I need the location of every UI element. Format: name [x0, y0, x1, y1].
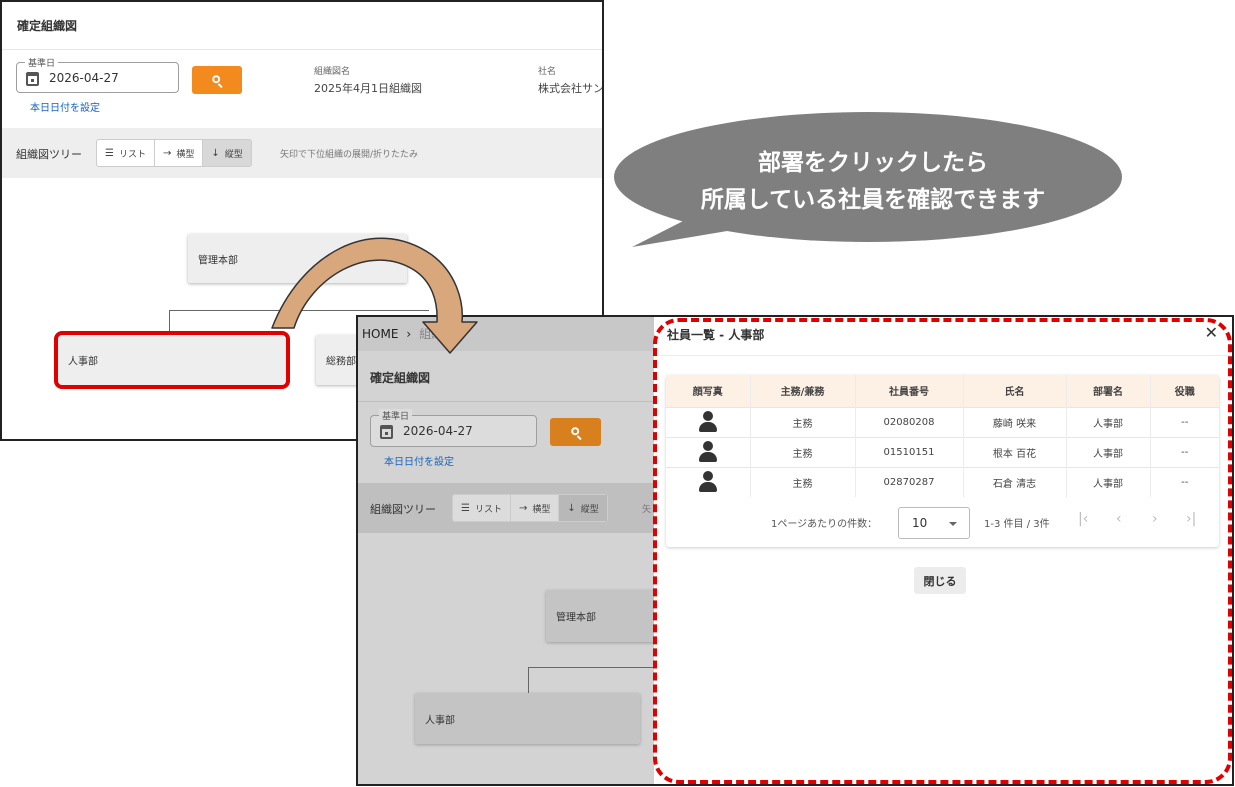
date-field[interactable]: 基準日 2026-04-27 — [16, 56, 179, 93]
page-header: 確定組織図 — [2, 2, 602, 50]
tree-connector — [297, 283, 298, 310]
highlight-box — [54, 331, 290, 389]
date-field-label: 基準日 — [379, 409, 413, 422]
date-value: 2026-04-27 — [403, 424, 473, 438]
org-node-label: 管理本部 — [556, 612, 596, 624]
breadcrumb: HOME › 組織図 — [362, 325, 455, 342]
divider — [358, 401, 658, 402]
highlight-dashed-box — [653, 318, 1232, 784]
view-list-button[interactable]: ☰ リスト — [453, 495, 511, 521]
tree-label: 組織図ツリー — [370, 503, 436, 516]
calendar-icon[interactable] — [26, 72, 39, 86]
view-vertical-label: 縦型 — [224, 149, 243, 160]
page-title: 確定組織図 — [370, 371, 431, 385]
date-field-label: 基準日 — [25, 56, 59, 69]
set-today-link[interactable]: 本日日付を設定 — [384, 453, 454, 468]
view-list-button[interactable]: ☰ リスト — [97, 140, 155, 166]
view-vertical-label: 縦型 — [580, 504, 599, 515]
breadcrumb-current: 組織図 — [419, 327, 456, 341]
callout-tail — [632, 215, 745, 247]
page-title: 確定組織図 — [17, 19, 78, 33]
callout-body — [614, 112, 1122, 242]
callout-line-1: 部署をクリックしたら — [758, 150, 988, 176]
org-node-hr[interactable]: 人事部 — [415, 693, 640, 744]
view-vertical-button[interactable]: ↓ 縦型 — [559, 495, 607, 521]
view-vertical-button[interactable]: ↓ 縦型 — [203, 140, 251, 166]
view-horizontal-label: 横型 — [532, 504, 551, 515]
tree-hint: 矢 — [642, 505, 652, 515]
tree-connector — [169, 310, 429, 311]
callout-line-2: 所属している社員を確認できます — [700, 187, 1046, 213]
search-icon — [570, 427, 579, 436]
search-icon — [212, 75, 221, 84]
tree-label: 組織図ツリー — [16, 148, 82, 161]
set-today-link[interactable]: 本日日付を設定 — [30, 99, 100, 114]
breadcrumb-separator-icon: › — [406, 327, 412, 341]
view-horizontal-label: 横型 — [176, 149, 195, 160]
tree-connector — [528, 667, 529, 693]
org-node-label: 人事部 — [425, 715, 455, 726]
chevron-down-icon[interactable]: ⌄ — [381, 249, 389, 260]
list-icon: ☰ — [105, 147, 114, 159]
view-mode-toggle: ☰ リスト → 横型 ↓ 縦型 — [96, 139, 252, 167]
view-list-label: リスト — [474, 504, 502, 515]
breadcrumb-home[interactable]: HOME — [362, 327, 398, 341]
arrow-down-icon: ↓ — [567, 502, 576, 514]
view-mode-toggle: ☰ リスト → 横型 ↓ 縦型 — [452, 494, 608, 522]
view-horizontal-button[interactable]: → 横型 — [155, 140, 204, 166]
company-name-label: 社名 — [538, 67, 557, 77]
org-chart-name-label: 組織図名 — [314, 67, 351, 77]
tree-toolbar: 組織図ツリー ☰ リスト → 横型 ↓ 縦型 矢印で下位組織の展開/折りたたみ — [2, 128, 602, 178]
list-icon: ☰ — [461, 502, 470, 514]
arrow-right-icon: → — [162, 147, 172, 159]
tree-hint: 矢印で下位組織の展開/折りたたみ — [280, 150, 419, 160]
org-node-label: 総務部 — [326, 356, 356, 368]
search-button[interactable] — [550, 418, 601, 446]
org-node-root[interactable]: 管理本部 — [546, 590, 658, 642]
view-list-label: リスト — [118, 149, 146, 160]
arrow-right-icon: → — [518, 502, 528, 514]
arrow-down-icon: ↓ — [211, 147, 220, 159]
date-field[interactable]: 基準日 2026-04-27 — [370, 409, 537, 447]
company-name-value: 株式会社サン — [538, 82, 604, 95]
calendar-icon[interactable] — [380, 425, 393, 439]
view-horizontal-button[interactable]: → 横型 — [511, 495, 560, 521]
org-chart-name-value: 2025年4月1日組織図 — [314, 82, 422, 95]
date-value: 2026-04-27 — [49, 71, 119, 85]
org-node-label: 管理本部 — [198, 255, 238, 266]
search-button[interactable] — [192, 66, 242, 94]
org-node-root[interactable]: 管理本部 ⌄ — [188, 234, 407, 283]
tree-connector — [528, 667, 658, 668]
